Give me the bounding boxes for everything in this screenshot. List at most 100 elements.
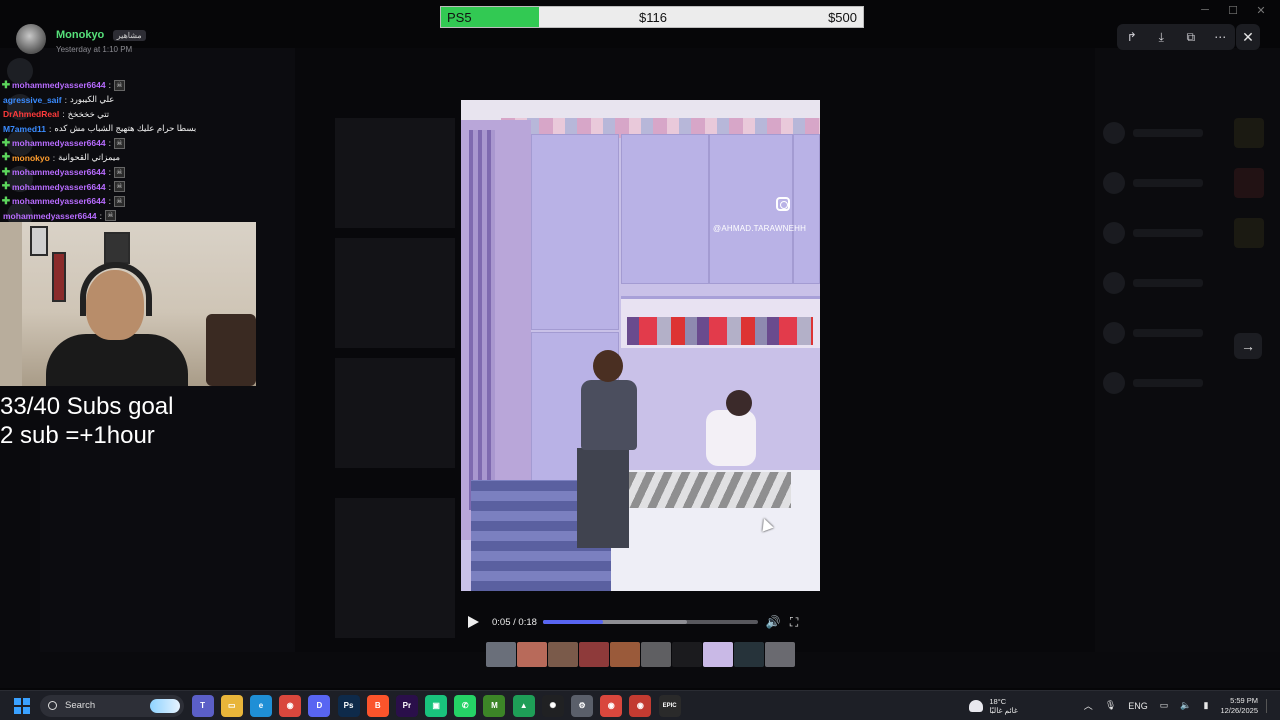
fullscreen-icon[interactable]: ⛶	[790, 615, 806, 630]
member-item[interactable]	[1095, 108, 1280, 158]
media-thumbnail[interactable]	[641, 642, 671, 667]
video-boy	[571, 350, 641, 550]
search-icon	[48, 701, 57, 710]
minecraft-icon[interactable]: M	[483, 694, 506, 717]
media-thumbnail[interactable]	[548, 642, 578, 667]
clock-time: 5:59 PM	[1230, 696, 1258, 705]
poster-name[interactable]: Monokyo	[56, 29, 104, 41]
show-desktop-button[interactable]	[1266, 698, 1274, 713]
chat-text: ميمزاتي القحوانية	[58, 152, 121, 163]
green-app-icon[interactable]: ▲	[512, 694, 535, 717]
chat-separator: :	[108, 181, 111, 192]
close-icon[interactable]: ✕	[1236, 24, 1260, 50]
chat-username[interactable]: monokyo	[12, 153, 50, 163]
media-thumbnail[interactable]	[703, 642, 733, 667]
background-image	[335, 238, 455, 348]
maximize-icon[interactable]: ☐	[1226, 4, 1240, 17]
goal-target: $500	[828, 9, 857, 25]
goal-current: $116	[639, 9, 667, 25]
instagram-icon	[776, 197, 790, 211]
chat-username[interactable]: mohammedyasser6644	[12, 138, 106, 148]
avatar	[1103, 322, 1125, 344]
video-shelf	[621, 296, 820, 348]
chrome-2-icon[interactable]: ◉	[600, 694, 623, 717]
chat-username[interactable]: mohammedyasser6644	[12, 80, 106, 90]
member-name	[1133, 179, 1203, 187]
chat-app-icon[interactable]: ▣	[425, 694, 448, 717]
language-indicator[interactable]: ENG	[1128, 701, 1148, 711]
member-item[interactable]	[1095, 208, 1280, 258]
discord-icon[interactable]: D	[308, 694, 331, 717]
chrome-3-icon[interactable]: ◉	[629, 694, 652, 717]
wall-frame	[104, 232, 130, 264]
arrow-right-icon[interactable]: →	[1234, 333, 1262, 359]
brave-icon[interactable]: B	[366, 694, 389, 717]
emote-icon: ☠	[113, 166, 125, 178]
settings-icon[interactable]: ⚙	[571, 694, 594, 717]
media-thumbnail[interactable]	[672, 642, 702, 667]
share-icon[interactable]: ↱	[1122, 30, 1142, 44]
network-icon[interactable]: ▭	[1160, 700, 1169, 711]
more-icon[interactable]: ⋯	[1210, 30, 1230, 44]
chat-username[interactable]: DrAhmedReal	[3, 109, 59, 119]
avatar	[1103, 272, 1125, 294]
subs-goal-line: 33/40 Subs goal	[0, 393, 174, 420]
chevron-up-icon[interactable]: ︿	[1084, 699, 1093, 712]
microphone-icon[interactable]: 🎙	[1105, 700, 1116, 711]
download-icon[interactable]: ⤓	[1151, 30, 1171, 45]
minimize-icon[interactable]: ─	[1198, 4, 1212, 17]
taskbar: Search T ▭ e ◉ D Ps B Pr ▣ ✆ M ▲ ✺ ⚙ ◉ ◉ EPIC 18°C غائم …	[0, 690, 1280, 720]
weather-widget[interactable]: 18°C غائم غالبًا	[969, 697, 1018, 715]
media-thumbnail[interactable]	[486, 642, 516, 667]
chat-message: DrAhmedReal: تتي خخخخخ	[0, 107, 260, 122]
chat-username[interactable]: mohammedyasser6644	[12, 167, 106, 177]
speaker-icon[interactable]: 🔈	[1180, 700, 1191, 711]
edge-icon[interactable]: e	[249, 694, 272, 717]
play-icon[interactable]	[468, 616, 479, 628]
chat-username[interactable]: M7amed11	[3, 124, 46, 134]
chat-separator: :	[49, 123, 52, 134]
video-scrubber[interactable]	[542, 620, 758, 624]
member-item[interactable]	[1095, 158, 1280, 208]
media-thumbnail[interactable]	[610, 642, 640, 667]
background-image	[335, 498, 455, 638]
subs-goal-text: 33/40 Subs goal 2 sub =+1hour	[0, 392, 173, 450]
whatsapp-icon[interactable]: ✆	[454, 694, 477, 717]
openai-icon[interactable]: ✺	[541, 694, 564, 717]
member-item[interactable]	[1095, 258, 1280, 308]
taskbar-search[interactable]: Search	[40, 694, 184, 717]
teams-icon[interactable]: T	[191, 694, 214, 717]
battery-icon[interactable]: ▮	[1204, 700, 1209, 711]
chat-username[interactable]: agressive_saif	[3, 95, 62, 105]
start-button[interactable]	[10, 694, 34, 718]
plus-icon: ✚	[1, 195, 11, 207]
avatar[interactable]	[16, 24, 46, 54]
epic-games-icon[interactable]: EPIC	[658, 694, 681, 717]
video-controls: 0:05 / 0:18 🔊 ⛶	[464, 612, 820, 632]
plus-icon: ✚	[1, 79, 11, 91]
search-highlight-icon	[150, 698, 180, 713]
volume-icon[interactable]: 🔊	[766, 615, 782, 629]
member-item[interactable]	[1095, 358, 1280, 408]
chat-username[interactable]: mohammedyasser6644	[12, 182, 106, 192]
member-banner	[1234, 118, 1264, 148]
premiere-icon[interactable]: Pr	[395, 694, 418, 717]
photoshop-icon[interactable]: Ps	[337, 694, 360, 717]
media-thumbnail[interactable]	[734, 642, 764, 667]
media-thumbnail[interactable]	[517, 642, 547, 667]
background-image	[335, 358, 455, 468]
member-name	[1133, 329, 1203, 337]
chat-username[interactable]: mohammedyasser6644	[12, 196, 106, 206]
chat-username[interactable]: mohammedyasser6644	[3, 211, 97, 221]
taskbar-clock[interactable]: 5:59 PM 12/26/2025	[1220, 696, 1258, 715]
stream-chat-overlay: ✚ mohammedyasser6644: ☠ agressive_saif: علي …	[0, 78, 260, 223]
clock-date: 12/26/2025	[1220, 705, 1258, 715]
open-external-icon[interactable]: ⧉	[1181, 30, 1201, 45]
close-window-icon[interactable]: ✕	[1254, 4, 1268, 17]
emote-icon: ☠	[113, 137, 125, 149]
weather-desc: غائم غالبًا	[989, 705, 1018, 715]
file-explorer-icon[interactable]: ▭	[220, 694, 243, 717]
media-thumbnail[interactable]	[765, 642, 795, 667]
media-thumbnail[interactable]	[579, 642, 609, 667]
chrome-icon[interactable]: ◉	[279, 694, 302, 717]
